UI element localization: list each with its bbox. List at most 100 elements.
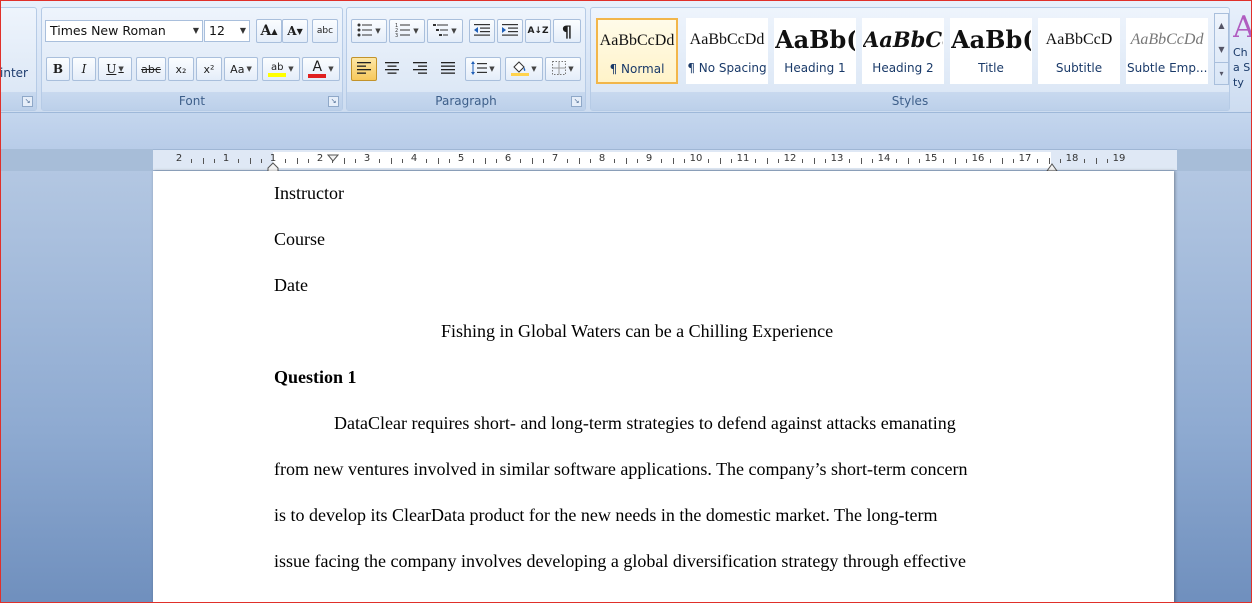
ruler-tick-mark bbox=[848, 159, 850, 163]
italic-button[interactable]: I bbox=[72, 57, 96, 81]
align-right-button[interactable] bbox=[407, 57, 433, 81]
line-spacing-icon bbox=[471, 60, 488, 78]
left-indent-marker[interactable] bbox=[267, 159, 279, 174]
font-dialog-launcher-icon[interactable]: ↘ bbox=[328, 96, 339, 107]
decrease-indent-button[interactable] bbox=[469, 19, 495, 43]
font-color-button[interactable]: A ▼ bbox=[302, 57, 340, 81]
style-title[interactable]: AaBb( Title bbox=[950, 18, 1032, 84]
ruler-tick-mark bbox=[1036, 159, 1038, 163]
change-styles-label: Cha Sty bbox=[1233, 46, 1251, 89]
format-painter-button[interactable]: inter bbox=[1, 66, 28, 80]
style-heading-2[interactable]: AaBbCc Heading 2 bbox=[862, 18, 944, 84]
right-indent-marker[interactable] bbox=[1046, 157, 1058, 172]
strikethrough-button[interactable]: abc bbox=[136, 57, 166, 81]
style-name: Subtitle bbox=[1055, 61, 1103, 75]
ruler-tick-label: 11 bbox=[736, 153, 750, 164]
borders-button[interactable]: ▼ bbox=[545, 57, 581, 81]
ruler-tick-mark bbox=[825, 159, 827, 163]
doc-title: Fishing in Global Waters can be a Chilli… bbox=[441, 321, 834, 341]
scroll-up-icon[interactable]: ▲ bbox=[1215, 14, 1228, 38]
grow-font-button[interactable]: A ▲ bbox=[256, 19, 282, 43]
horizontal-ruler[interactable]: 2 1 1 2 3 4 5 6 7 8 9 10 11 12 13 14 15 16 17 18 19 bbox=[153, 149, 1177, 174]
document-workspace: Instructor Course Date Fishing in Global… bbox=[1, 171, 1251, 602]
align-center-button[interactable] bbox=[379, 57, 405, 81]
superscript-button[interactable]: x² bbox=[196, 57, 222, 81]
show-formatting-marks-button[interactable]: ¶ bbox=[553, 19, 581, 43]
align-center-icon bbox=[385, 61, 399, 77]
style-no-spacing[interactable]: AaBbCcDd ¶ No Spacing bbox=[686, 18, 768, 84]
style-sample: AaBb( bbox=[775, 25, 855, 54]
shading-button[interactable]: ▼ bbox=[505, 57, 543, 81]
line-spacing-button[interactable]: ▼ bbox=[465, 57, 501, 81]
numbering-button[interactable]: 123 ▼ bbox=[389, 19, 425, 43]
word-window: inter ↘ Times New Roman ▼ 12 ▼ A ▲ A ▼ abc bbox=[0, 0, 1252, 603]
ruler-tick-mark bbox=[907, 158, 909, 164]
first-line-indent-marker[interactable] bbox=[326, 149, 340, 162]
clipboard-launcher-icon[interactable]: ↘ bbox=[22, 96, 33, 107]
italic-icon: I bbox=[81, 62, 87, 76]
highlighter-icon: ab bbox=[268, 61, 287, 77]
ruler-tick-mark bbox=[813, 158, 815, 164]
style-name: ¶ No Spacing bbox=[687, 61, 767, 75]
doc-paragraph-line: from new ventures involved in similar so… bbox=[274, 459, 968, 479]
bullets-icon bbox=[357, 23, 373, 40]
ruler-tick-label: 2 bbox=[175, 153, 183, 164]
justify-button[interactable] bbox=[435, 57, 461, 81]
paragraph-group-label: Paragraph bbox=[347, 92, 585, 110]
style-heading-1[interactable]: AaBb( Heading 1 bbox=[774, 18, 856, 84]
style-subtle-emphasis[interactable]: AaBbCcDd Subtle Emp... bbox=[1126, 18, 1208, 84]
ruler-tick-mark bbox=[684, 159, 686, 163]
ruler-tick-mark bbox=[754, 159, 756, 163]
change-case-button[interactable]: Aa ▼ bbox=[224, 57, 258, 81]
ruler-tick-label: 2 bbox=[316, 153, 324, 164]
paragraph-dialog-launcher-icon[interactable]: ↘ bbox=[571, 96, 582, 107]
font-name-combo[interactable]: Times New Roman ▼ bbox=[45, 20, 203, 42]
underline-button[interactable]: U ▼ bbox=[98, 57, 132, 81]
style-sample: AaBbCcDd bbox=[599, 32, 675, 49]
ruler-tick-mark bbox=[801, 159, 803, 163]
doc-paragraph-line: is to develop its ClearData product for … bbox=[274, 505, 938, 525]
change-styles-button[interactable]: A Cha Sty bbox=[1233, 11, 1251, 91]
bold-button[interactable]: B bbox=[46, 57, 70, 81]
clear-formatting-icon: abc bbox=[316, 26, 334, 36]
ruler-tick-mark bbox=[378, 159, 380, 163]
bullets-button[interactable]: ▼ bbox=[351, 19, 387, 43]
align-left-button[interactable] bbox=[351, 57, 377, 81]
ruler-tick-mark bbox=[590, 159, 592, 163]
subscript-button[interactable]: x₂ bbox=[168, 57, 194, 81]
ruler-tick-mark bbox=[860, 158, 862, 164]
multilevel-list-button[interactable]: ▼ bbox=[427, 19, 463, 43]
shrink-font-button[interactable]: A ▼ bbox=[282, 19, 308, 43]
pilcrow-icon: ¶ bbox=[561, 21, 573, 41]
scroll-down-icon[interactable]: ▼ bbox=[1215, 38, 1228, 62]
ruler-tick-label: 6 bbox=[504, 153, 512, 164]
doc-paragraph-line: DataClear requires short- and long-term … bbox=[334, 413, 956, 433]
ruler-tick-mark bbox=[872, 159, 874, 163]
ruler-tick-mark bbox=[966, 159, 968, 163]
doc-line-instructor: Instructor bbox=[274, 183, 344, 203]
clear-formatting-button[interactable]: abc bbox=[312, 19, 338, 43]
style-name: Subtle Emp... bbox=[1127, 61, 1207, 75]
style-name: Heading 2 bbox=[872, 61, 934, 75]
style-subtitle[interactable]: AaBbCcD Subtitle bbox=[1038, 18, 1120, 84]
sort-button[interactable]: A↓Z bbox=[525, 19, 551, 43]
document-background bbox=[1, 113, 1251, 149]
more-styles-icon[interactable]: ▾ bbox=[1215, 62, 1228, 84]
ruler-tick-mark bbox=[660, 159, 662, 163]
ruler-tick-mark bbox=[202, 158, 204, 164]
sort-icon: A↓Z bbox=[527, 26, 549, 36]
highlight-button[interactable]: ab ▼ bbox=[262, 57, 300, 81]
increase-indent-button[interactable] bbox=[497, 19, 523, 43]
document-page[interactable]: Instructor Course Date Fishing in Global… bbox=[153, 171, 1174, 602]
font-size-combo[interactable]: 12 ▼ bbox=[204, 20, 250, 42]
ruler-tick-mark bbox=[402, 159, 404, 163]
ruler-tick-mark bbox=[214, 159, 216, 163]
ruler-tick-label: 14 bbox=[877, 153, 891, 164]
ruler-tick-label: 9 bbox=[645, 153, 653, 164]
ruler-tick-label: 12 bbox=[783, 153, 797, 164]
styles-gallery-scroll: ▲ ▼ ▾ bbox=[1214, 13, 1229, 85]
align-right-icon bbox=[413, 61, 427, 77]
style-normal[interactable]: AaBbCcDd ¶ Normal bbox=[596, 18, 678, 84]
highlight-label: ab bbox=[271, 61, 284, 73]
ruler-tick-mark bbox=[519, 159, 521, 163]
